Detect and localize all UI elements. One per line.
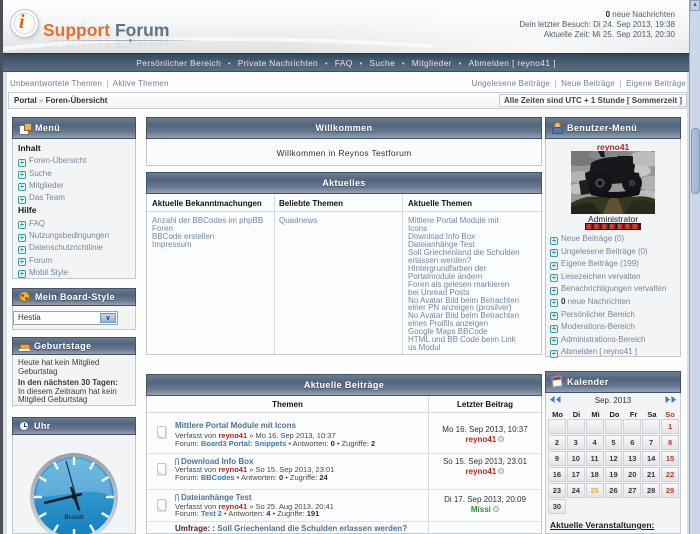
svg-text:Brandt: Brandt xyxy=(64,515,83,521)
